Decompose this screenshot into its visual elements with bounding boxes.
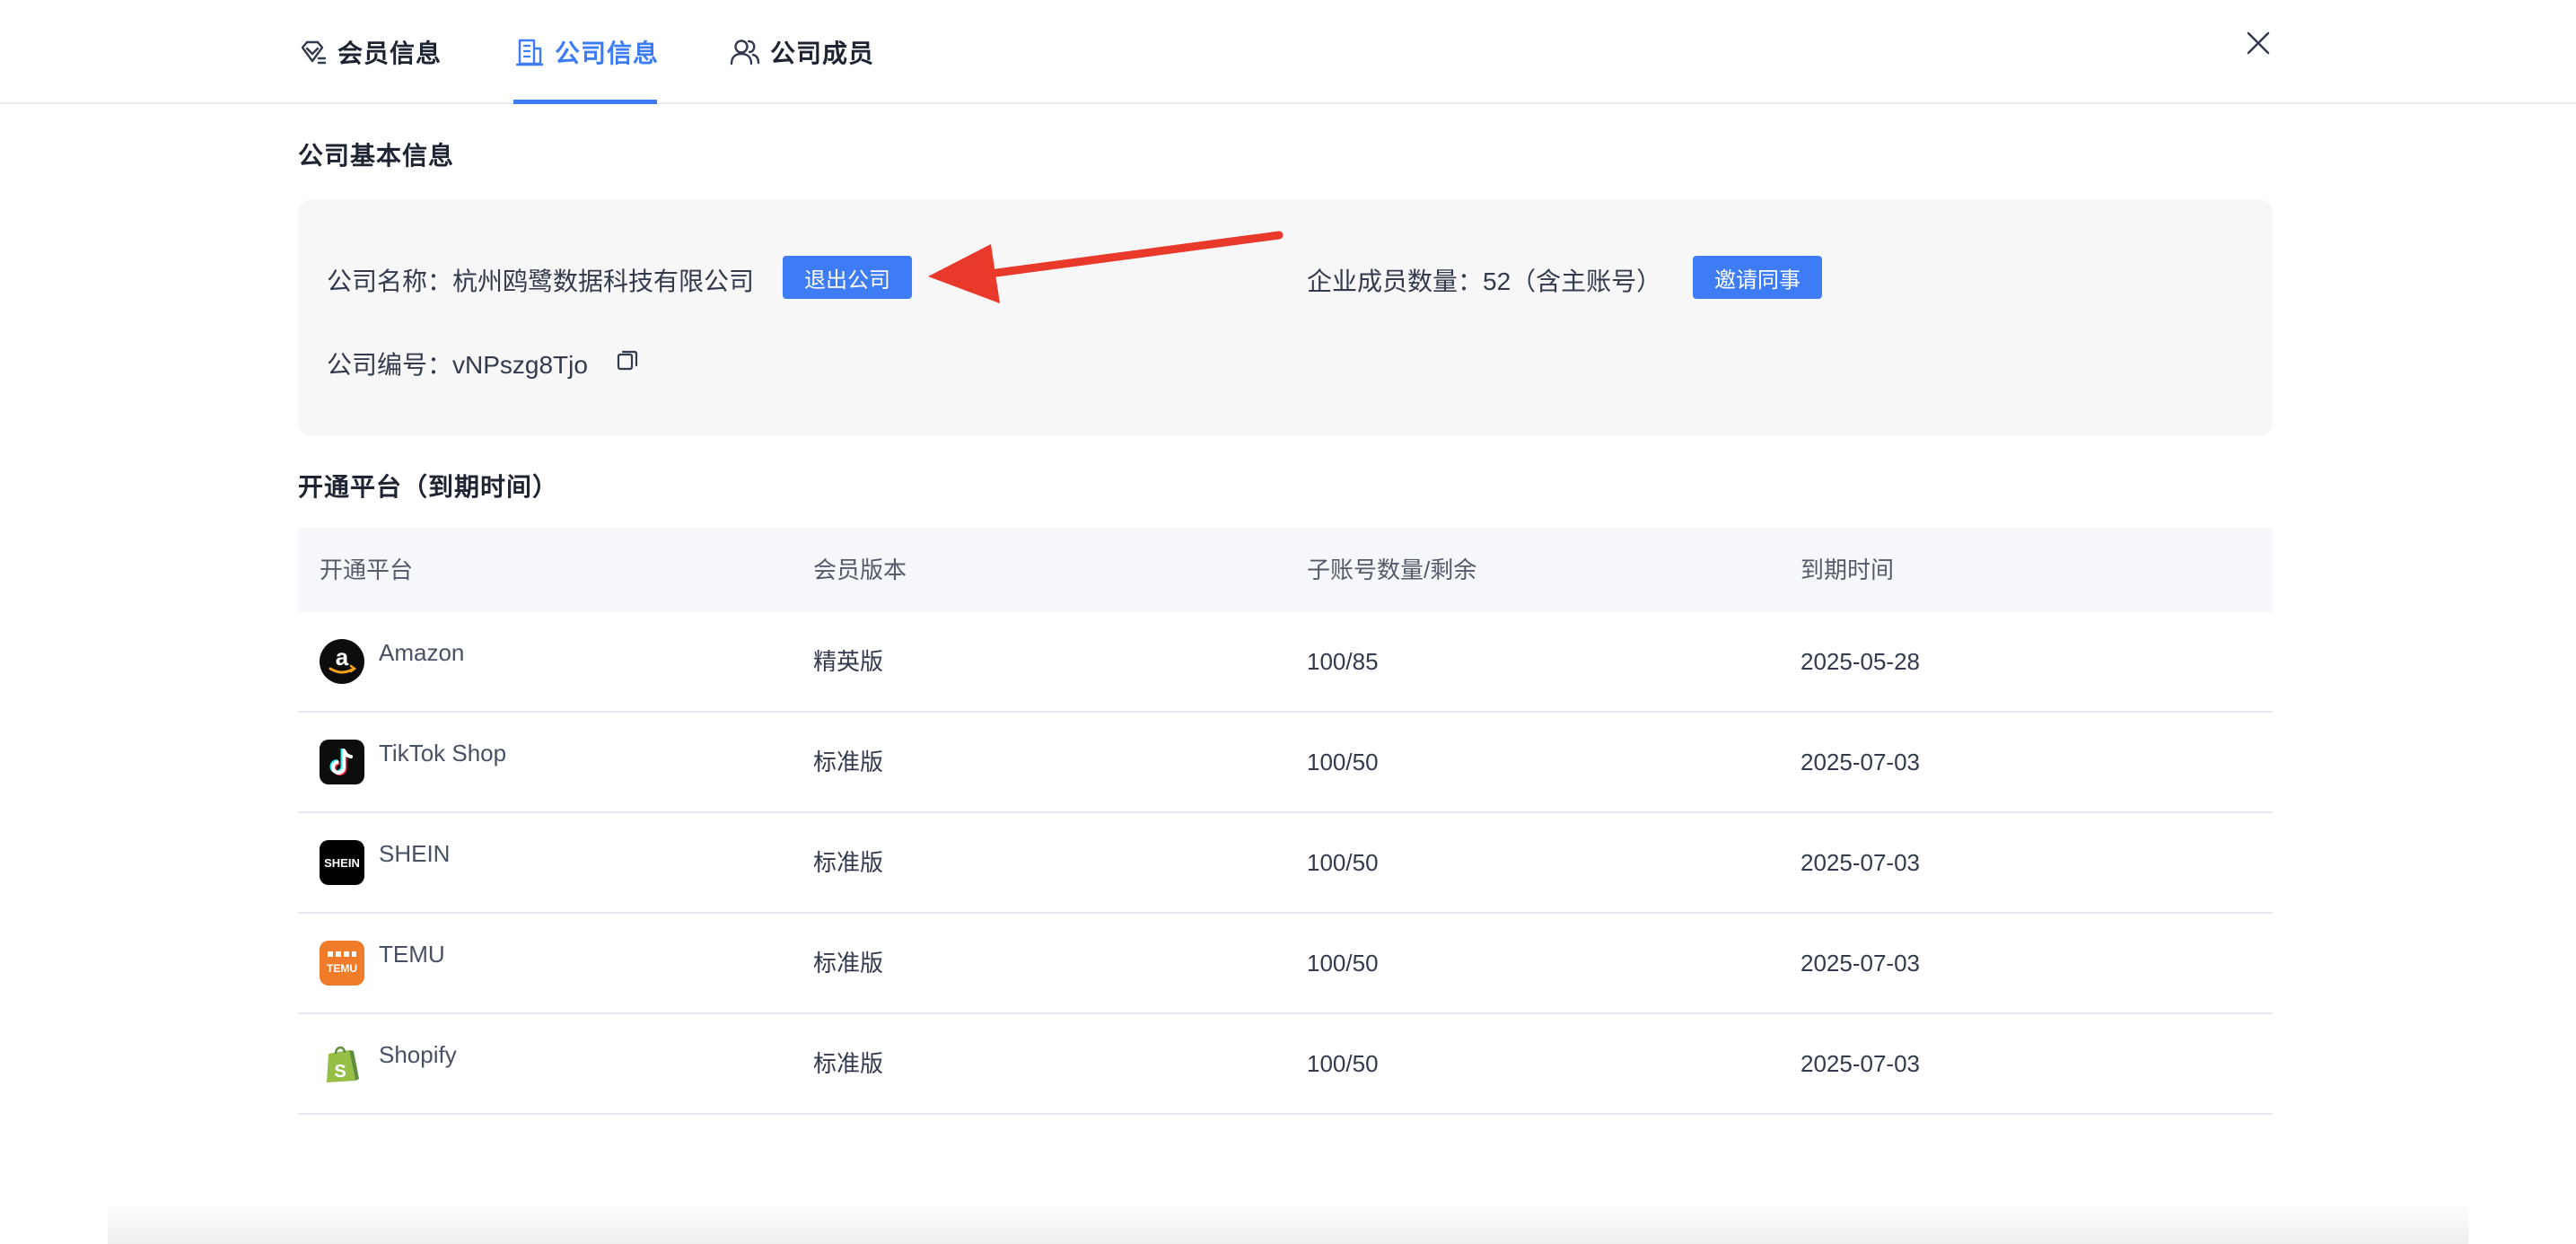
active-tab-indicator: [513, 100, 657, 104]
tab-company-info[interactable]: 公司信息: [513, 0, 659, 104]
tab-label: 会员信息: [337, 39, 442, 67]
invite-colleague-button[interactable]: 邀请同事: [1693, 256, 1822, 299]
svg-text:SHEIN: SHEIN: [324, 856, 360, 870]
platform-cell: a Amazon: [320, 612, 464, 711]
platform-table: 开通平台 会员版本 子账号数量/剩余 到期时间 a Amazon 精英版 100…: [298, 528, 2273, 1115]
tab-member-info[interactable]: 会员信息: [296, 0, 442, 104]
svg-text:S: S: [334, 1062, 346, 1082]
platform-name: Amazon: [379, 638, 465, 666]
version-cell: 标准版: [813, 749, 884, 775]
close-icon[interactable]: [2242, 27, 2274, 59]
platform-cell: S Shopify: [320, 1014, 457, 1113]
platform-name: TikTok Shop: [379, 739, 507, 767]
table-header: 开通平台 会员版本 子账号数量/剩余 到期时间: [298, 528, 2273, 612]
annotation-arrow-icon: [928, 231, 1284, 303]
exit-company-button[interactable]: 退出公司: [783, 256, 912, 299]
version-cell: 精英版: [813, 648, 884, 675]
version-cell: 标准版: [813, 1050, 884, 1077]
tab-label: 公司信息: [555, 39, 660, 67]
table-row: TEMU TEMU 标准版 100/50 2025-07-03: [298, 914, 2273, 1014]
column-header: 会员版本: [813, 556, 907, 583]
platform-cell: TikTok Shop: [320, 713, 506, 811]
table-row: TikTok Shop 标准版 100/50 2025-07-03: [298, 713, 2273, 813]
table-row: SHEIN SHEIN 标准版 100/50 2025-07-03: [298, 813, 2273, 914]
platform-name: TEMU: [379, 940, 445, 968]
accounts-cell: 100/50: [1307, 950, 1379, 977]
expiry-cell: 2025-07-03: [1801, 950, 1920, 977]
column-header: 子账号数量/剩余: [1307, 556, 1477, 583]
version-cell: 标准版: [813, 950, 884, 977]
svg-text:a: a: [336, 644, 349, 670]
column-header: 开通平台: [320, 556, 414, 583]
expiry-cell: 2025-07-03: [1801, 1050, 1920, 1077]
platform-cell: SHEIN SHEIN: [320, 813, 450, 912]
shein-logo-icon: SHEIN: [320, 840, 364, 885]
member-count-text: 企业成员数量：52（含主账号）: [1307, 267, 1662, 295]
accounts-cell: 100/50: [1307, 749, 1379, 775]
column-header: 到期时间: [1801, 556, 1895, 583]
expiry-cell: 2025-05-28: [1801, 648, 1920, 675]
company-name-text: 公司名称：杭州鸥鹭数据科技有限公司: [327, 267, 755, 295]
svg-text:TEMU: TEMU: [327, 962, 357, 975]
table-row: S Shopify 标准版 100/50 2025-07-03: [298, 1014, 2273, 1115]
tab-company-members[interactable]: 公司成员: [729, 0, 874, 104]
shopify-logo-icon: S: [320, 1041, 364, 1086]
expiry-cell: 2025-07-03: [1801, 749, 1920, 775]
platform-name: Shopify: [379, 1040, 457, 1068]
platform-cell: TEMU TEMU: [320, 914, 445, 1012]
accounts-cell: 100/50: [1307, 849, 1379, 876]
amazon-logo-icon: a: [320, 639, 364, 684]
tab-label: 公司成员: [770, 39, 875, 67]
member-diamond-icon: [296, 36, 329, 68]
accounts-cell: 100/50: [1307, 1050, 1379, 1077]
members-group-icon: [729, 36, 761, 68]
company-code-text: 公司编号：vNPszg8Tjo: [327, 351, 588, 379]
section-title-platforms: 开通平台（到期时间）: [298, 473, 559, 501]
tiktok-logo-icon: [320, 740, 364, 784]
version-cell: 标准版: [813, 849, 884, 876]
company-building-icon: [513, 36, 546, 68]
section-title-basic-info: 公司基本信息: [298, 142, 455, 170]
copy-icon[interactable]: [616, 348, 639, 372]
tab-bar: 会员信息 公司信息 公司成员: [0, 0, 2576, 104]
temu-logo-icon: TEMU: [320, 941, 364, 986]
bottom-shadow: [108, 1203, 2468, 1244]
expiry-cell: 2025-07-03: [1801, 849, 1920, 876]
platform-name: SHEIN: [379, 839, 451, 867]
accounts-cell: 100/85: [1307, 648, 1379, 675]
table-row: a Amazon 精英版 100/85 2025-05-28: [298, 612, 2273, 713]
